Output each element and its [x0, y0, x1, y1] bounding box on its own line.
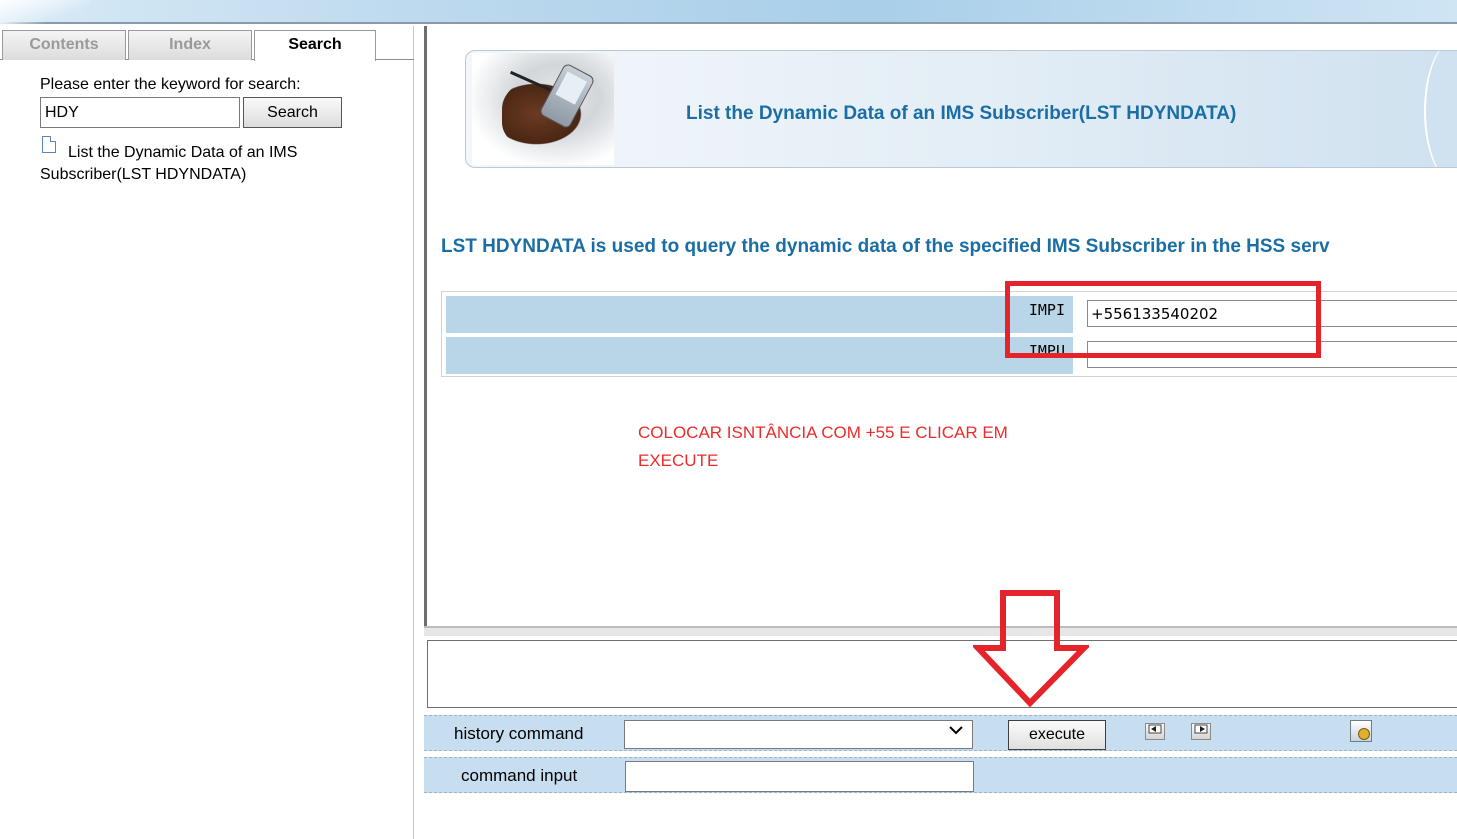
- annotation-line: EXECUTE: [638, 451, 719, 470]
- tab-search[interactable]: Search: [254, 30, 376, 61]
- keyword-input[interactable]: [40, 97, 240, 128]
- execute-button[interactable]: execute: [1008, 720, 1106, 750]
- command-banner: List the Dynamic Data of an IMS Subscrib…: [465, 50, 1457, 168]
- arrow-left-icon[interactable]: [1145, 723, 1165, 740]
- splitter-bar[interactable]: [424, 626, 1457, 636]
- banner-photo: [472, 53, 614, 165]
- command-area: history command execute command input: [424, 626, 1457, 839]
- command-description: LST HDYNDATA is used to query the dynami…: [441, 236, 1330, 257]
- command-input-row: command input: [424, 757, 1457, 793]
- tab-index[interactable]: Index: [128, 30, 252, 60]
- annotation-line: COLOCAR ISNTÂNCIA COM +55 E CLICAR EM: [638, 423, 1008, 442]
- annotation-note: COLOCAR ISNTÂNCIA COM +55 E CLICAR EM EX…: [638, 419, 1058, 475]
- history-command-row: history command execute: [424, 715, 1457, 751]
- search-button[interactable]: Search: [243, 97, 342, 128]
- chevron-down-icon[interactable]: [948, 723, 964, 741]
- top-header-band: [0, 0, 1457, 24]
- history-command-select[interactable]: [624, 720, 973, 749]
- command-output[interactable]: [427, 640, 1457, 708]
- help-tabs: Contents Index Search: [0, 30, 414, 61]
- arrow-right-icon[interactable]: [1191, 723, 1211, 740]
- down-arrow-annotation: [973, 590, 1089, 708]
- banner-title: List the Dynamic Data of an IMS Subscrib…: [686, 103, 1237, 124]
- search-result-link[interactable]: List the Dynamic Data of an IMS Subscrib…: [40, 142, 370, 186]
- command-input-field[interactable]: [625, 761, 974, 792]
- param-label-cell: IMPU: [446, 337, 1073, 374]
- header-swoosh: [0, 0, 90, 24]
- banner-decoration: [1424, 51, 1457, 167]
- search-label: Please enter the keyword for search:: [40, 76, 301, 93]
- history-command-label: history command: [426, 718, 619, 749]
- command-help-page: List the Dynamic Data of an IMS Subscrib…: [427, 26, 1457, 626]
- param-label-cell: IMPI: [446, 296, 1073, 333]
- highlight-box: [1005, 281, 1321, 358]
- settings-tool-icon[interactable]: [1350, 720, 1372, 742]
- help-pane: Contents Index Search Please enter the k…: [0, 26, 414, 839]
- command-input-label: command input: [426, 760, 619, 791]
- tab-contents[interactable]: Contents: [2, 30, 126, 60]
